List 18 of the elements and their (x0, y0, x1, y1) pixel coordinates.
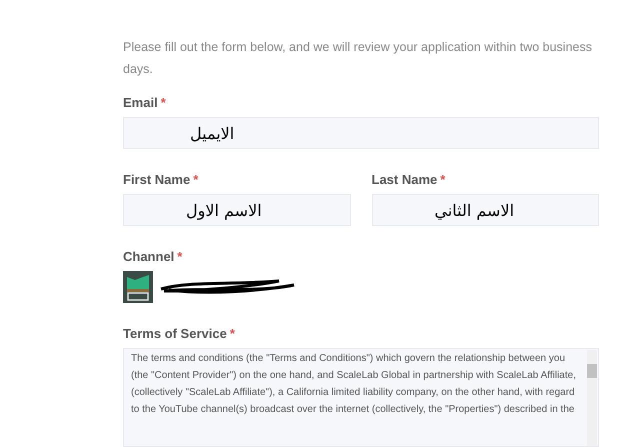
required-asterisk: * (440, 172, 446, 187)
field-label: Terms of Service (123, 326, 227, 341)
required-asterisk: * (193, 172, 198, 187)
last-name-field[interactable]: الاسم الثاني (372, 194, 599, 226)
terms-text: The terms and conditions (the "Terms and Conditions") which govern the relationship between you (the "Content Provider") on the one hand, and ScaleLab Global in partnership with ScaleLab Affiliate, (collectively "ScaleLab Affiliate"), a California limited liability company, on the other hand, with regard to the YouTube channel(s) broadcast over the internet (collectively, the "Properties") described in the (131, 352, 577, 417)
channel-avatar-icon (123, 271, 153, 303)
required-asterisk: * (177, 249, 182, 264)
email-field[interactable]: الايميل (123, 117, 599, 149)
field-label: First Name (123, 172, 190, 187)
field-label: Email (123, 95, 158, 110)
required-asterisk: * (230, 326, 235, 341)
field-label: Channel (123, 249, 174, 264)
required-asterisk: * (160, 95, 166, 110)
intro-text: Please fill out the form below, and we will review your application within two business days. (123, 39, 593, 78)
scrollbar[interactable] (587, 350, 597, 446)
field-label: Last Name (372, 172, 438, 187)
first-name-field[interactable]: الاسم الاول (123, 194, 350, 226)
terms-textarea[interactable] (123, 348, 599, 447)
